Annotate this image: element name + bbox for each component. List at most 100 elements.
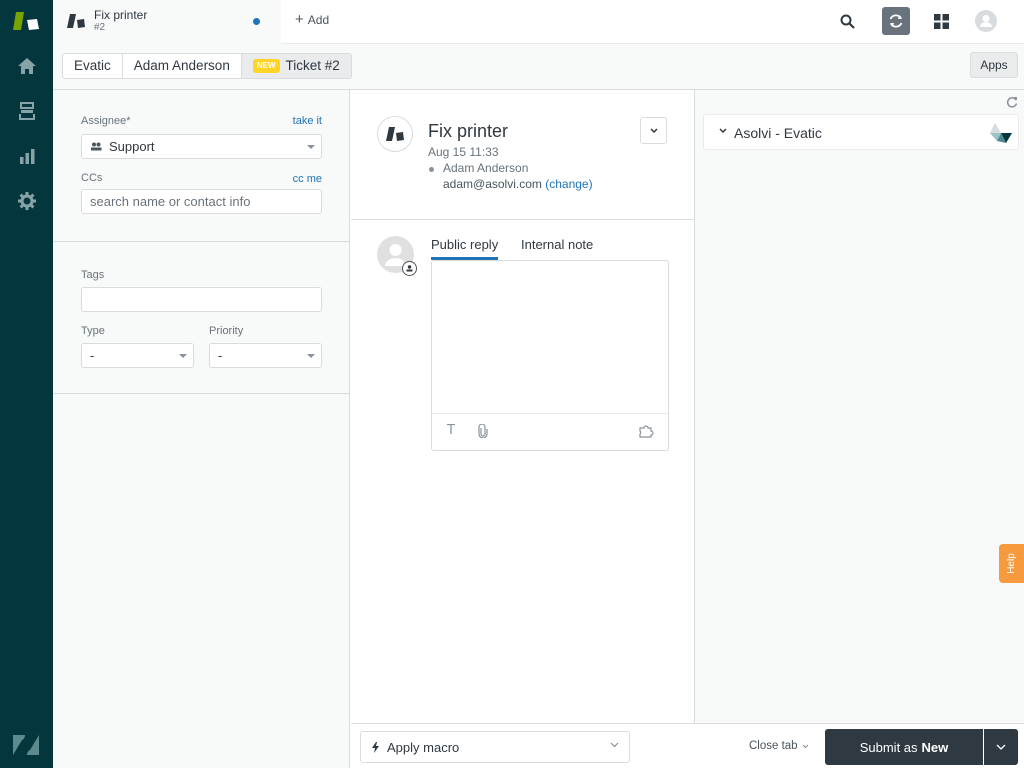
requester-email-line: adam@asolvi.com (change) (443, 177, 593, 191)
dropdown-caret-icon (179, 354, 187, 358)
assignee-label: Assignee* (81, 115, 131, 127)
breadcrumb: Evatic Adam Anderson NEW Ticket #2 (62, 53, 352, 79)
tab-public-reply[interactable]: Public reply (431, 237, 499, 260)
organization-icon (386, 127, 404, 141)
type-select[interactable]: - (81, 343, 194, 368)
nav-home[interactable] (0, 44, 53, 88)
apps-button[interactable]: Apps (970, 52, 1018, 78)
chevron-down-icon (649, 128, 658, 133)
ccs-label: CCs (81, 172, 103, 184)
apply-macro-label: Apply macro (387, 739, 460, 755)
breadcrumb-label: Adam Anderson (133, 58, 230, 73)
tags-input-wrapper (81, 287, 322, 312)
assignee-select[interactable]: Support (81, 134, 322, 159)
requester-status-dot (429, 167, 434, 172)
ticket-fields-section: Tags Type - Priority - (53, 242, 350, 394)
breadcrumb-organization[interactable]: Evatic (63, 54, 123, 78)
dropdown-caret-icon (307, 145, 315, 149)
gear-icon (17, 192, 36, 210)
submit-prefix: Submit as (859, 739, 918, 755)
change-requester-link[interactable]: (change) (545, 177, 592, 191)
status-badge: NEW (252, 59, 280, 73)
ticket-tab[interactable]: Fix printer #2 (53, 0, 281, 44)
product-tray-button[interactable] (927, 7, 955, 35)
chevron-down-icon (719, 128, 727, 133)
add-button[interactable]: + Add (295, 11, 330, 28)
apps-puzzle-icon[interactable] (639, 425, 655, 438)
views-icon (18, 102, 35, 120)
close-tab-button[interactable]: Close tab (749, 740, 809, 752)
submit-status: New (921, 739, 949, 755)
priority-select[interactable]: - (209, 343, 322, 368)
submit-button[interactable]: Submit as New (825, 729, 983, 765)
apps-panel: Asolvi - Evatic (694, 90, 1024, 723)
ticket-options-button[interactable] (640, 117, 667, 144)
bottom-action-bar: Apply macro Close tab Submit as New (351, 723, 1024, 768)
nav-reporting[interactable] (0, 134, 53, 178)
type-label: Type (81, 325, 105, 337)
unsaved-indicator (253, 18, 260, 25)
assignee-value: Support (109, 139, 155, 154)
apply-macro-select[interactable]: Apply macro (360, 731, 630, 763)
ccs-input-wrapper (81, 189, 322, 214)
dropdown-caret-icon (307, 354, 315, 358)
cc-me-link[interactable]: cc me (293, 173, 322, 185)
app-name: Asolvi - Evatic (734, 125, 822, 141)
help-label: Help (1005, 553, 1017, 574)
conversation-panel: Fix printer Aug 15 11:33 Adam Anderson a… (351, 90, 694, 723)
reply-editor: T (431, 260, 669, 451)
reply-textarea[interactable] (432, 261, 668, 414)
agent-badge-icon (402, 261, 417, 276)
bar-chart-icon (19, 149, 34, 164)
type-value: - (90, 348, 95, 363)
breadcrumb-label: Ticket #2 (285, 58, 340, 73)
requester-name[interactable]: Adam Anderson (443, 161, 528, 175)
tags-label: Tags (81, 269, 105, 281)
ccs-input[interactable] (90, 194, 321, 209)
search-icon (840, 14, 855, 29)
nav-views[interactable] (0, 89, 53, 133)
text-format-icon[interactable]: T (447, 423, 455, 438)
conversations-button[interactable] (882, 7, 910, 35)
plus-icon: + (295, 11, 304, 28)
assignee-section: Assignee* take it Support CCs cc me (53, 90, 350, 242)
breadcrumb-bar: Evatic Adam Anderson NEW Ticket #2 Apps (53, 44, 1024, 90)
ticket-properties-panel: Assignee* take it Support CCs cc me Tags… (53, 90, 350, 768)
tags-input[interactable] (90, 292, 321, 307)
zendesk-logo (13, 735, 39, 755)
main-navigation (0, 0, 53, 768)
breadcrumb-label: Evatic (74, 58, 111, 73)
breadcrumb-requester[interactable]: Adam Anderson (123, 54, 242, 78)
ticket-header: Fix printer Aug 15 11:33 Adam Anderson a… (351, 90, 694, 220)
add-label: Add (307, 13, 330, 27)
ticket-date: Aug 15 11:33 (428, 145, 499, 159)
requester-email: adam@asolvi.com (443, 177, 542, 191)
nav-admin[interactable] (0, 179, 53, 223)
search-button[interactable] (833, 7, 861, 35)
priority-label: Priority (209, 325, 244, 337)
user-avatar-icon (975, 10, 997, 32)
group-icon (91, 142, 102, 151)
product-logo (13, 12, 39, 30)
breadcrumb-ticket[interactable]: NEW Ticket #2 (241, 54, 351, 78)
attachment-icon[interactable] (478, 424, 488, 438)
organization-icon (67, 14, 85, 28)
chevron-down-icon (996, 744, 1006, 750)
take-it-link[interactable]: take it (293, 115, 322, 127)
sync-icon (889, 14, 903, 28)
evatic-logo (990, 123, 1012, 143)
refresh-icon[interactable] (1006, 96, 1018, 108)
user-menu-button[interactable] (972, 7, 1000, 35)
organization-avatar (377, 116, 413, 152)
app-card-asolvi-evatic[interactable]: Asolvi - Evatic (703, 114, 1019, 150)
close-tab-label: Close tab (749, 740, 798, 752)
tab-subtitle: #2 (94, 22, 106, 33)
ticket-subject: Fix printer (428, 121, 509, 141)
submit-options-button[interactable] (984, 729, 1018, 765)
tab-internal-note[interactable]: Internal note (521, 237, 593, 257)
help-button[interactable]: Help (999, 544, 1024, 583)
chevron-down-icon (610, 742, 619, 748)
home-icon (17, 58, 36, 74)
top-bar: Fix printer #2 + Add (53, 0, 1024, 44)
priority-value: - (218, 348, 223, 363)
